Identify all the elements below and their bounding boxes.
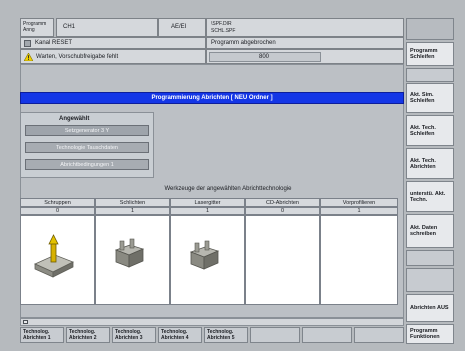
program-label-line2: Anng [23,27,35,33]
right-softkey-4-label: Akt. Tech. Schleifen [410,124,436,137]
col-head-roughing: Schruppen [20,198,95,207]
tool-cell-laser[interactable] [170,215,245,305]
bottom-softkey-3[interactable]: Technolog. Abrichten 3 [112,327,156,343]
right-softkey-9[interactable] [406,268,454,292]
program-path-line2: SCHL.SPF [211,28,236,34]
table-caption: Werkzeuge der angewählten Abrichttechnol… [164,186,292,192]
warning-row: Warten, Vorschubfreigabe fehlt [20,49,206,64]
right-softkey-7-label: Akt. Daten schreiben [410,225,438,237]
bottom-softkey-1[interactable]: Technolog. Abrichten 1 [20,327,64,343]
bottom-softkey-6[interactable] [250,327,300,343]
right-softkey-4[interactable]: Akt. Tech. Schleifen [406,115,454,146]
col-head-cd: CD-Abrichten [245,198,320,207]
program-label-box: Programm Anng [20,18,54,37]
col-head-finishing: Schlichten [95,198,170,207]
right-softkey-6-label: unterstü. Akt. Techn. [410,190,446,203]
bottom-softkey-5-label: Technolog. Abrichten 5 [207,329,235,341]
right-softkey-10-label: Abrichten AUS [410,305,449,311]
right-softkey-1-label: Programm Schleifen [410,48,438,60]
tool-cell-cd[interactable] [245,215,320,305]
right-softkey-11[interactable]: Programm Funktionen [406,324,454,344]
right-softkey-3[interactable]: Akt. Sim. Schleifen [406,83,454,113]
program-path-box: \SPF.DIR SCHL.SPF [206,18,404,37]
right-softkey-5[interactable]: Akt. Tech. Abrichten [406,148,454,179]
value-field: 800 [259,54,270,60]
dressing-condition-button[interactable]: Abrichtbedingungen 1 [25,159,149,170]
right-softkey-6[interactable]: unterstü. Akt. Techn. [406,181,454,212]
col-head-laser: Lasergitter [170,198,245,207]
warning-text: Warten, Vorschubfreigabe fehlt [36,54,119,60]
bottom-softkey-5[interactable]: Technolog. Abrichten 5 [204,327,248,343]
right-softkey-10[interactable]: Abrichten AUS [406,294,454,322]
bottom-softkey-7[interactable] [302,327,352,343]
channel-label: CH1 [63,24,76,30]
right-softkey-1[interactable]: Programm Schleifen [406,42,454,66]
right-softkey-5-label: Akt. Tech. Abrichten [410,157,436,170]
screen: Programm Anng CH1 AE/EI \SPF.DIR SCHL.SP… [0,0,465,351]
channel-box: CH1 [56,18,158,37]
status-strip [20,318,404,326]
value-row: 800 [206,49,404,64]
col-count-preprofile: 1 [320,207,398,215]
mode-box: AE/EI [158,18,206,37]
right-softkey-3-label: Akt. Sim. Schleifen [410,92,435,104]
wheel-profile-icon [114,238,145,268]
bottom-softkey-4[interactable]: Technolog. Abrichten 4 [158,327,202,343]
bottom-softkey-2-label: Technolog. Abrichten 2 [69,329,97,341]
wheel-profile-icon [189,240,220,270]
tool-cell-roughing[interactable] [20,215,95,305]
status-text: Programm abgebrochen [211,40,276,46]
program-path-line1: \SPF.DIR [211,21,232,27]
col-count-roughing: 0 [20,207,95,215]
col-count-cd: 0 [245,207,320,215]
reset-row: Kanal RESET [20,37,206,49]
status-row: Programm abgebrochen [206,37,404,49]
right-softkey-8[interactable] [406,250,454,266]
right-softkey-2[interactable] [406,68,454,82]
mode-label: AE/EI [171,24,187,30]
tool-cell-preprofile[interactable] [320,215,398,305]
col-count-laser: 1 [170,207,245,215]
status-strip-icon [23,320,28,324]
reset-icon [24,40,31,47]
bottom-softkey-2[interactable]: Technolog. Abrichten 2 [66,327,110,343]
tool-cell-finishing[interactable] [95,215,170,305]
bottom-softkey-3-label: Technolog. Abrichten 3 [115,329,143,341]
bottom-softkey-4-label: Technolog. Abrichten 4 [161,329,189,341]
right-softkey-11-label: Programm Funktionen [410,328,440,340]
reset-text: Kanal RESET [35,40,73,46]
right-softkey-7[interactable]: Akt. Daten schreiben [406,214,454,248]
col-head-preprofile: Vorprofilieren [320,198,398,207]
selected-generator-button[interactable]: Setzgenerator 3 Y [25,125,149,136]
selection-label: Angewählt [59,116,90,122]
warning-icon [24,53,33,61]
dialog-title: Programmierung Abrichten [ NEU Ordner ] [20,92,404,104]
col-count-finishing: 1 [95,207,170,215]
bottom-softkey-8[interactable] [354,327,404,343]
bottom-softkey-1-label: Technolog. Abrichten 1 [23,329,51,341]
dresser-tool-icon [34,234,74,278]
tech-exchange-button[interactable]: Technologie Tauschdaten [25,142,149,153]
right-softkey-0[interactable] [406,18,454,40]
